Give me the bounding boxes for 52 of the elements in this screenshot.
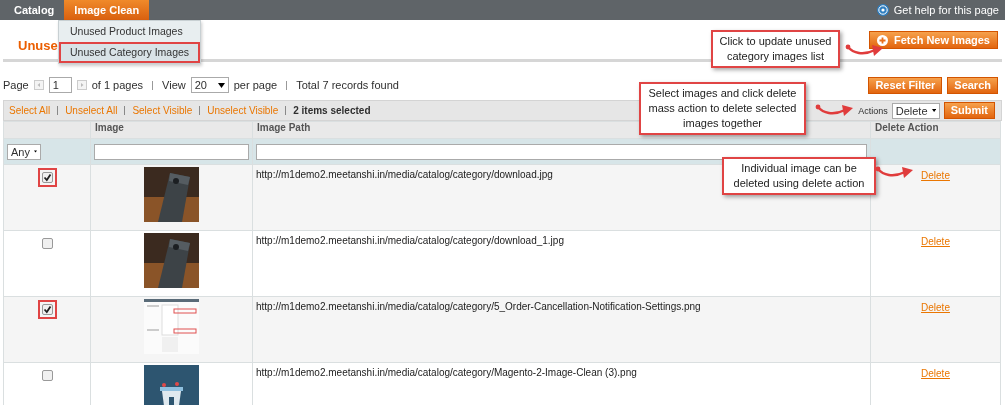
row-checkbox[interactable] (41, 238, 53, 249)
image-path: http://m1demo2.meetanshi.in/media/catalog/category/5_Order-Cancellation-Notification-Settings.png (252, 296, 871, 363)
selection-link[interactable]: Unselect All (65, 105, 118, 116)
column-header: Delete Action (870, 121, 1001, 139)
previous-page-icon (33, 80, 44, 90)
selected-count: 2 items selected (293, 105, 371, 116)
action-button[interactable]: Search (947, 76, 998, 94)
page-number-field[interactable]: 1 (48, 77, 72, 93)
annotation-tooltip: Individual image can be deleted using delete action (722, 157, 876, 195)
page-title: Unuse (18, 36, 58, 53)
image-path: http://m1demo2.meetanshi.in/media/catalog/category/download_1.jpg (252, 230, 871, 297)
next-page-icon (76, 80, 87, 90)
menu-item[interactable]: Unused Category Images (59, 42, 201, 63)
help-link[interactable]: Get help for this page (893, 4, 999, 16)
nav-tab[interactable]: Catalog (4, 0, 65, 20)
delete-link[interactable]: Delete (921, 302, 950, 313)
records-count: Total 7 records found (296, 79, 399, 91)
row-checkbox[interactable] (41, 304, 53, 315)
selection-link[interactable]: Select Visible (132, 105, 193, 116)
annotation-tooltip: Click to update unused category images list (711, 30, 840, 68)
filter-select[interactable]: Any (7, 143, 41, 160)
caret-icon (217, 82, 225, 88)
actions-select[interactable]: Delete (891, 102, 940, 119)
filter-field[interactable] (94, 143, 249, 160)
action-button[interactable]: Reset Filter (868, 76, 943, 94)
pager-label: View (162, 79, 186, 91)
curved-arrow (875, 166, 915, 180)
delete-link[interactable]: Delete (921, 170, 950, 181)
annotation-tooltip: Select images and click delete mass action to delete selected images together (639, 82, 806, 135)
column-header: Image (90, 121, 253, 139)
nav-tab[interactable]: Image Clean (64, 0, 150, 20)
fetch-button[interactable]: Fetch New Images (869, 31, 998, 49)
plus-circle-icon (877, 34, 888, 46)
selection-link[interactable]: Unselect Visible (207, 105, 279, 116)
pager-label: Page (3, 79, 29, 91)
delete-link[interactable]: Delete (921, 236, 950, 247)
caret-icon (33, 149, 37, 154)
selection-link[interactable]: Select All (9, 105, 51, 116)
pager-text: of 1 pages (91, 79, 144, 91)
pager-text: per page (233, 79, 278, 91)
filter-field[interactable] (256, 143, 867, 160)
curved-arrow (845, 44, 885, 58)
delete-link[interactable]: Delete (921, 368, 950, 379)
row-checkbox[interactable] (41, 370, 53, 381)
per-page-select[interactable]: 20 (190, 77, 229, 93)
caret-icon (931, 108, 936, 113)
curved-arrow (815, 104, 855, 118)
submit-button[interactable]: Submit (943, 102, 995, 119)
row-checkbox[interactable] (41, 172, 53, 183)
help-icon (876, 4, 889, 16)
menu-item[interactable]: Unused Product Images (59, 21, 201, 42)
actions-label: Actions (858, 105, 888, 116)
